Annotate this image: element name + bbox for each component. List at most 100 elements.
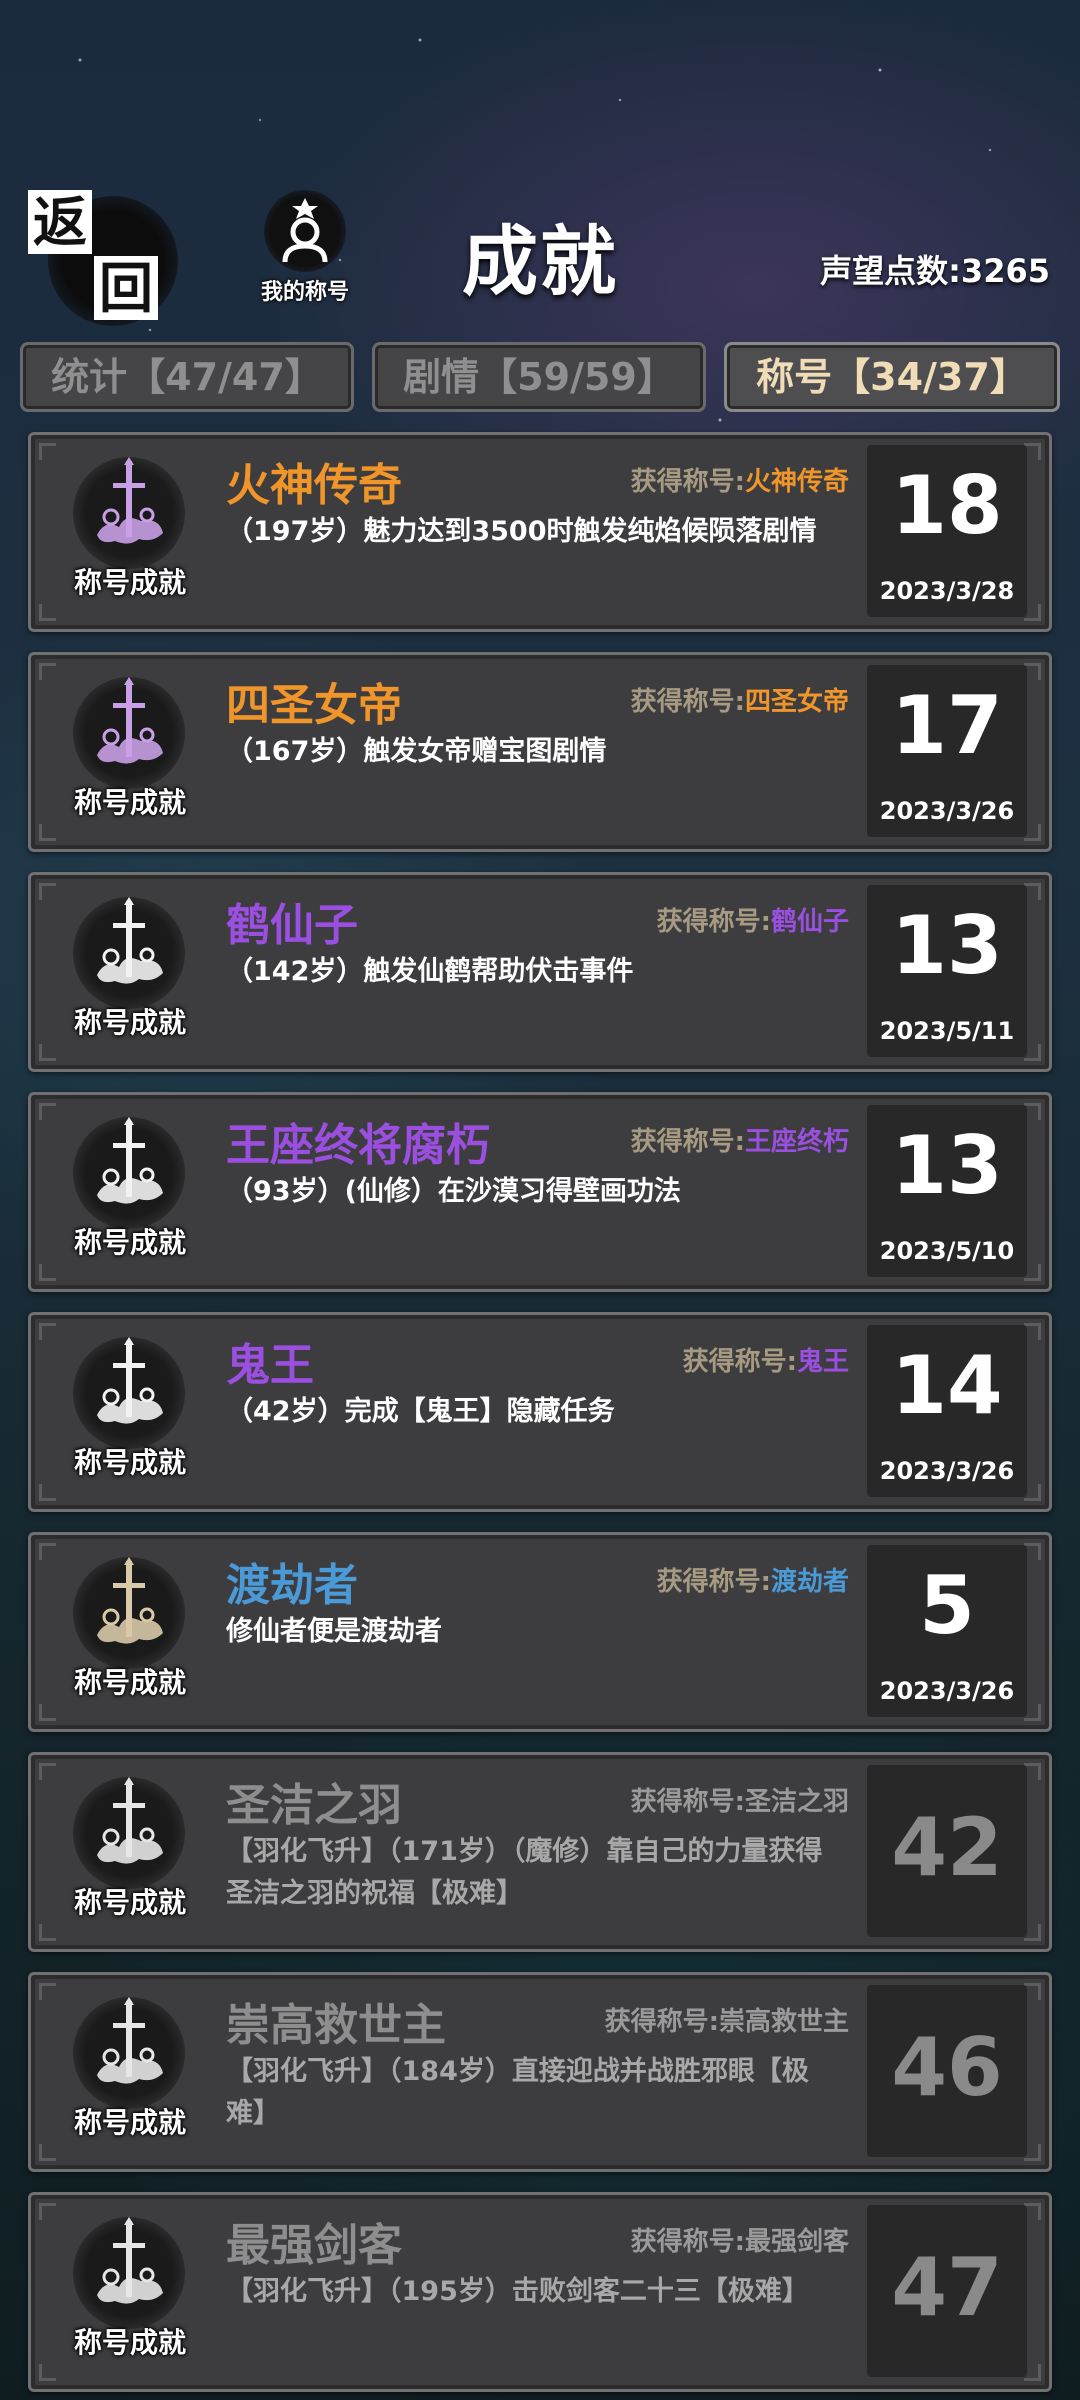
- title-emblem: 称号成就: [55, 1769, 205, 1939]
- reward-title: 圣洁之羽: [744, 1787, 849, 1817]
- achievement-name: 渡劫者: [226, 1560, 358, 1611]
- corner-ornament: [39, 1983, 56, 2000]
- reward-title: 鹤仙子: [770, 907, 849, 937]
- corner-ornament: [39, 1924, 56, 1941]
- corner-ornament: [39, 2364, 56, 2381]
- title-emblem: 称号成就: [55, 1989, 205, 2159]
- reward-title: 王座终朽: [744, 1127, 849, 1157]
- reward-title: 鬼王: [796, 1347, 849, 1377]
- emblem-label: 称号成就: [73, 1006, 186, 1039]
- achieved-date: 2023/3/28: [879, 577, 1015, 605]
- points-box: 18 2023/3/28: [867, 445, 1027, 617]
- achievement-name: 崇高救世主: [226, 2000, 446, 2051]
- reward-prefix: 获得称号:: [682, 1347, 797, 1377]
- emblem-label: 称号成就: [73, 786, 186, 819]
- achievement-points: 14: [891, 1339, 1003, 1432]
- back-button[interactable]: 返 回: [28, 186, 178, 326]
- corner-ornament: [39, 604, 56, 621]
- achievement-description: 【羽化飞升】（171岁）（魔修）靠自己的力量获得圣洁之羽的祝福【极难】: [226, 1836, 823, 1909]
- corner-ornament: [39, 1763, 56, 1780]
- sword-cloud-icon: [97, 1777, 163, 1864]
- sword-cloud-icon: [97, 457, 163, 544]
- emblem-label: 称号成就: [73, 2326, 186, 2359]
- reward-prefix: 获得称号:: [630, 467, 745, 497]
- tab-titles[interactable]: 称号【34/37】: [724, 342, 1060, 412]
- tab-story[interactable]: 剧情【59/59】: [372, 342, 706, 412]
- reward-prefix: 获得称号:: [656, 907, 771, 937]
- achievement-points: 46: [891, 2021, 1003, 2114]
- sword-cloud-icon: [97, 897, 163, 984]
- achievement-card[interactable]: 称号成就 王座终将腐朽 获得称号:王座终朽 （93岁）(仙修）在沙漠习得壁画功法…: [28, 1092, 1052, 1292]
- achievement-points: 42: [891, 1801, 1003, 1894]
- reward-prefix: 获得称号:: [604, 2007, 719, 2037]
- achievement-description: （142岁）触发仙鹤帮助伏击事件: [226, 956, 634, 987]
- reward-line: 获得称号:渡劫者: [657, 1561, 849, 1598]
- reward-line: 获得称号:圣洁之羽: [631, 1781, 849, 1818]
- achievement-description: （167岁）触发女帝赠宝图剧情: [226, 736, 607, 767]
- achievement-card[interactable]: 称号成就 鬼王 获得称号:鬼王 （42岁）完成【鬼王】隐藏任务 14 2023/…: [28, 1312, 1052, 1512]
- achievement-description: 【羽化飞升】（195岁）击败剑客二十三【极难】: [226, 2276, 809, 2307]
- achievement-description: 修仙者便是渡劫者: [226, 1616, 442, 1647]
- corner-ornament: [39, 1044, 56, 1061]
- emblem-label: 称号成就: [73, 1886, 186, 1919]
- title-emblem: 称号成就: [55, 669, 205, 839]
- corner-ornament: [39, 824, 56, 841]
- sword-cloud-icon: [97, 2217, 163, 2304]
- back-label-char-2: 回: [94, 256, 158, 320]
- achievement-points: 17: [891, 679, 1003, 772]
- my-title-button[interactable]: 我的称号: [240, 190, 370, 310]
- achievement-card[interactable]: 称号成就 鹤仙子 获得称号:鹤仙子 （142岁）触发仙鹤帮助伏击事件 13 20…: [28, 872, 1052, 1072]
- reward-line: 获得称号:火神传奇: [631, 461, 849, 498]
- points-box: 5 2023/3/26: [867, 1545, 1027, 1717]
- emblem-label: 称号成就: [73, 1226, 186, 1259]
- reward-line: 获得称号:鹤仙子: [657, 901, 849, 938]
- person-star-icon: [282, 198, 328, 263]
- achieved-date: 2023/5/10: [879, 1237, 1015, 1265]
- achievement-description: （42岁）完成【鬼王】隐藏任务: [226, 1396, 615, 1427]
- reward-title: 最强剑客: [744, 2227, 849, 2257]
- corner-ornament: [39, 1103, 56, 1120]
- corner-ornament: [39, 1543, 56, 1560]
- reward-prefix: 获得称号:: [656, 1567, 771, 1597]
- sword-cloud-icon: [97, 677, 163, 764]
- points-box: 47: [867, 2205, 1027, 2377]
- title-emblem: 称号成就: [55, 1329, 205, 1499]
- corner-ornament: [39, 663, 56, 680]
- achievement-card[interactable]: 称号成就 崇高救世主 获得称号:崇高救世主 【羽化飞升】（184岁）直接迎战并战…: [28, 1972, 1052, 2172]
- corner-ornament: [39, 443, 56, 460]
- achievement-name: 鹤仙子: [226, 900, 358, 951]
- corner-ornament: [39, 2203, 56, 2220]
- title-emblem: 称号成就: [55, 1549, 205, 1719]
- achieved-date: 2023/5/11: [879, 1017, 1015, 1045]
- achievement-points: 13: [891, 1119, 1003, 1212]
- reward-title: 渡劫者: [770, 1567, 849, 1597]
- achievement-description: （197岁）魅力达到3500时触发纯焰候陨落剧情: [226, 516, 817, 547]
- reward-line: 获得称号:最强剑客: [631, 2221, 849, 2258]
- achievement-name: 鬼王: [226, 1340, 314, 1391]
- emblem-label: 称号成就: [73, 566, 186, 599]
- reward-title: 崇高救世主: [718, 2007, 849, 2037]
- achievement-name: 火神传奇: [226, 460, 402, 511]
- title-emblem: 称号成就: [55, 889, 205, 1059]
- achievement-description: （93岁）(仙修）在沙漠习得壁画功法: [226, 1176, 681, 1207]
- achievement-card[interactable]: 称号成就 最强剑客 获得称号:最强剑客 【羽化飞升】（195岁）击败剑客二十三【…: [28, 2192, 1052, 2392]
- achieved-date: 2023/3/26: [879, 1457, 1015, 1485]
- points-box: 13 2023/5/11: [867, 885, 1027, 1057]
- back-label-char-1: 返: [28, 190, 92, 254]
- points-box: 17 2023/3/26: [867, 665, 1027, 837]
- sword-cloud-icon: [97, 1557, 163, 1644]
- corner-ornament: [39, 883, 56, 900]
- reward-line: 获得称号:四圣女帝: [631, 681, 849, 718]
- achievement-card[interactable]: 称号成就 火神传奇 获得称号:火神传奇 （197岁）魅力达到3500时触发纯焰候…: [28, 432, 1052, 632]
- achieved-date: 2023/3/26: [879, 797, 1015, 825]
- achievement-card[interactable]: 称号成就 渡劫者 获得称号:渡劫者 修仙者便是渡劫者 5 2023/3/26: [28, 1532, 1052, 1732]
- achievement-card[interactable]: 称号成就 圣洁之羽 获得称号:圣洁之羽 【羽化飞升】（171岁）（魔修）靠自己的…: [28, 1752, 1052, 1952]
- tab-statistics[interactable]: 统计【47/47】: [20, 342, 354, 412]
- achievement-points: 13: [891, 899, 1003, 992]
- sword-cloud-icon: [97, 1337, 163, 1424]
- emblem-label: 称号成就: [73, 1446, 186, 1479]
- sword-cloud-icon: [97, 1117, 163, 1204]
- achievement-card[interactable]: 称号成就 四圣女帝 获得称号:四圣女帝 （167岁）触发女帝赠宝图剧情 17 2…: [28, 652, 1052, 852]
- corner-ornament: [39, 1264, 56, 1281]
- achievement-description: 【羽化飞升】（184岁）直接迎战并战胜邪眼【极难】: [226, 2056, 809, 2129]
